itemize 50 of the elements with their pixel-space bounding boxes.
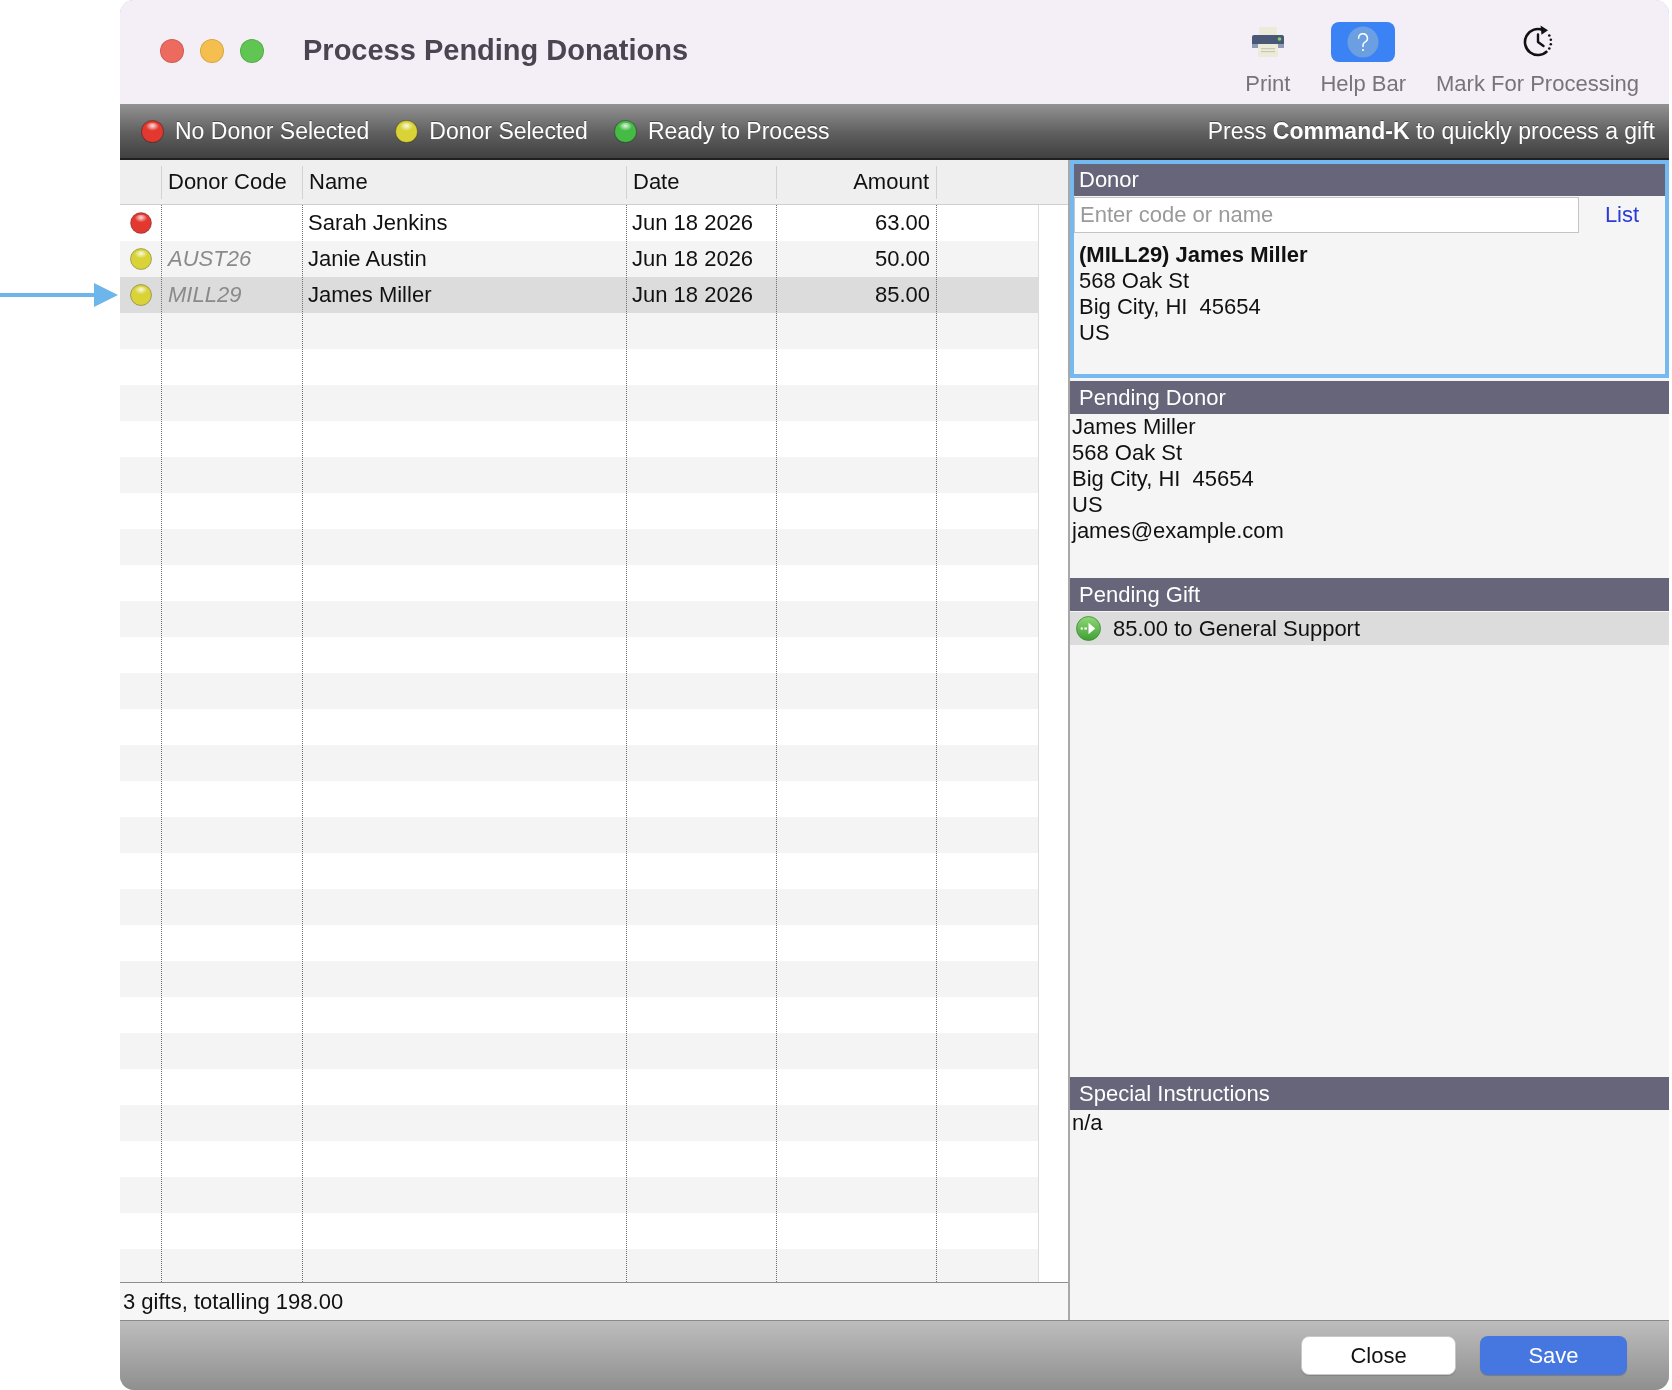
section-header: Pending Donor	[1070, 381, 1669, 414]
table-cell-text: 85.00	[873, 282, 931, 308]
detail-line: US	[1072, 492, 1104, 518]
arrow-circle-icon	[1076, 616, 1101, 641]
window-title: Process Pending Donations	[303, 33, 689, 67]
gift-text: 85.00 to General Support	[1113, 615, 1361, 642]
toolbar-button[interactable]: Help Bar	[1320, 0, 1407, 104]
window-zoom-button[interactable]	[240, 39, 264, 63]
column-header[interactable]: Name	[303, 165, 627, 199]
section-header: Pending Gift	[1070, 578, 1669, 611]
detail-line: 568 Oak St	[1072, 440, 1184, 466]
toolbar-button[interactable]: Mark For Processing	[1436, 0, 1639, 104]
table-cell-text: James Miller	[307, 282, 433, 308]
detail-line: james@example.com	[1072, 518, 1285, 544]
table-row[interactable]: MILL29 James Miller Jun 18 2026 85.00	[120, 277, 1038, 313]
toolbar-button[interactable]: Print	[1245, 0, 1291, 104]
detail-line: Big City, HI 45654	[1072, 466, 1255, 492]
column-header[interactable]: Amount	[777, 165, 937, 199]
column-header[interactable]: Donor Code	[162, 165, 303, 199]
table-cell-text: 63.00	[873, 210, 931, 236]
arrow-icon	[0, 282, 118, 308]
legend-label: No Donor Selected	[175, 117, 370, 145]
list-link[interactable]: List	[1604, 202, 1640, 228]
detail-line: James Miller	[1072, 414, 1197, 440]
table-cell-text: AUST26	[166, 246, 253, 272]
table-cell-text: Jun 18 2026	[631, 282, 755, 308]
legend-label: Donor Selected	[429, 117, 588, 145]
table-cell-text: Jun 18 2026	[631, 246, 755, 272]
shortcut-hint: Press Command-K to quickly process a gift	[1207, 117, 1655, 145]
window-minimize-button[interactable]	[200, 39, 224, 63]
dialog-button[interactable]: Close	[1301, 1336, 1456, 1375]
summary-text: 3 gifts, totalling 198.00	[123, 1288, 344, 1315]
table-cell-text: Jun 18 2026	[631, 210, 755, 236]
donor-search-field[interactable]: Enter code or name	[1074, 197, 1579, 233]
table-cell-text: Sarah Jenkins	[307, 210, 449, 236]
table-cell-text: 50.00	[873, 246, 931, 272]
section-header: Special Instructions	[1070, 1077, 1669, 1110]
donor-name: (MILL29) James Miller	[1079, 242, 1309, 268]
address-line: Big City, HI 45654	[1079, 294, 1262, 320]
column-header[interactable]: Date	[627, 165, 777, 199]
legend-label: Ready to Process	[647, 117, 830, 145]
table-cell-text: Janie Austin	[307, 246, 428, 272]
table-cell-text: MILL29	[167, 282, 243, 308]
dialog-button[interactable]: Save	[1480, 1336, 1627, 1375]
section-header: Donor	[1074, 164, 1665, 196]
gift-row[interactable]: 85.00 to General Support	[1070, 612, 1669, 645]
instructions-text: n/a	[1072, 1110, 1104, 1136]
address-line: 568 Oak St	[1079, 268, 1191, 294]
window-close-button[interactable]	[160, 39, 184, 63]
address-line: US	[1079, 320, 1111, 346]
